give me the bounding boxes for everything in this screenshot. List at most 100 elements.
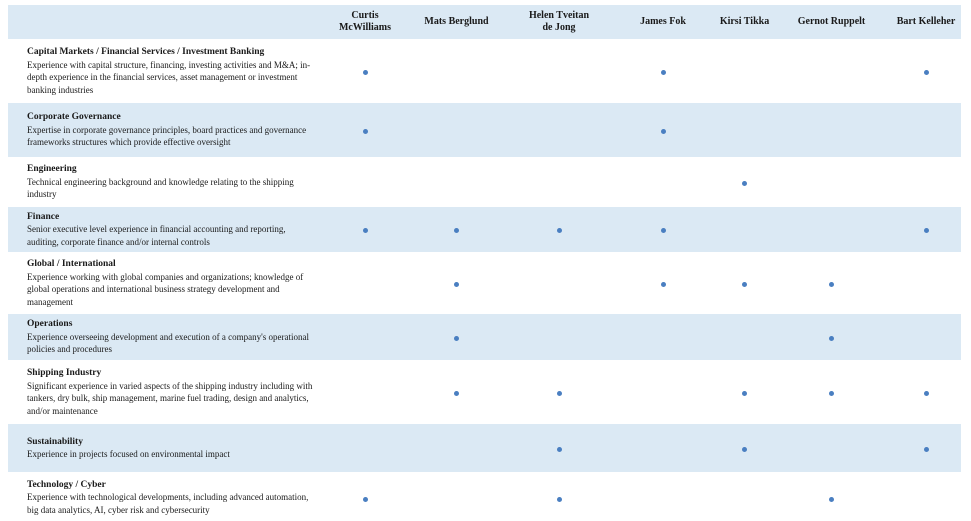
skill-description: Experience in projects focused on enviro… <box>27 449 230 459</box>
skill-title: Corporate Governance <box>27 112 121 123</box>
skill-description: Experience with capital structure, finan… <box>27 59 311 95</box>
skill-row: Technology / Cyber Experience with techno… <box>8 473 961 521</box>
skill-description: Experience overseeing development and ex… <box>27 331 310 355</box>
bullet-dot-icon <box>660 282 666 287</box>
skill-mark-cell <box>717 40 772 102</box>
skill-mark-cell <box>509 40 609 102</box>
director-header: Kirsi Tikka <box>719 16 770 27</box>
skill-mark-cell <box>404 253 509 313</box>
skill-mark-cell <box>891 40 961 102</box>
bullet-dot-icon <box>829 496 834 502</box>
bullet-dot-icon <box>362 228 368 234</box>
director-header: Gernot Ruppelt <box>797 16 866 27</box>
skill-mark-cell <box>891 313 961 361</box>
skill-mark-cell <box>772 40 891 102</box>
skill-mark-cell <box>326 473 404 521</box>
bullet-dot-icon <box>923 228 929 234</box>
skill-mark-cell <box>509 158 609 206</box>
skill-title: Global / International <box>27 259 116 269</box>
skill-mark-cell <box>609 158 717 206</box>
bullet-dot-icon <box>829 391 834 396</box>
skill-mark-cell <box>891 158 961 206</box>
skill-mark-cell <box>891 206 961 254</box>
bullet-dot-icon <box>556 447 562 452</box>
bullet-dot-icon <box>556 391 562 396</box>
skill-description: Experience working with global companies… <box>27 271 304 307</box>
skill-description: Experience with technological developmen… <box>27 492 309 515</box>
skill-description-cell: Operations Experience overseeing developm… <box>8 313 326 361</box>
skill-mark-cell <box>891 361 961 423</box>
skill-title: Engineering <box>27 164 77 174</box>
skill-description-cell: Global / International Experience working… <box>8 253 326 313</box>
skill-mark-cell <box>772 158 891 206</box>
skill-mark-cell <box>717 423 772 473</box>
director-header: Bart Kelleher <box>896 16 956 27</box>
skill-mark-cell <box>891 423 961 473</box>
skill-mark-cell <box>509 102 609 158</box>
skill-mark-cell <box>509 361 609 423</box>
skill-mark-cell <box>717 158 772 206</box>
skill-mark-cell <box>326 423 404 473</box>
skill-mark-cell <box>891 473 961 521</box>
skill-mark-cell <box>891 253 961 313</box>
skill-title: Capital Markets / Financial Services / I… <box>27 47 265 57</box>
skill-mark-cell <box>772 361 891 423</box>
bullet-dot-icon <box>829 336 834 341</box>
skill-mark-cell <box>609 206 717 254</box>
director-header: Mats Berglund <box>424 16 489 27</box>
bullet-dot-icon <box>660 129 666 134</box>
skill-mark-cell <box>509 423 609 473</box>
skill-mark-cell <box>772 253 891 313</box>
skill-row: Capital Markets / Financial Services / I… <box>8 40 961 102</box>
skill-mark-cell <box>326 206 404 254</box>
bullet-dot-icon <box>556 228 562 234</box>
skill-row: Engineering Technical engineering backgro… <box>8 158 961 206</box>
skill-mark-cell <box>891 102 961 158</box>
bullet-dot-icon <box>660 228 666 234</box>
director-header: Curtis McWilliams <box>338 10 392 33</box>
bullet-dot-icon <box>923 447 929 452</box>
skill-row: Finance Senior executive level experience… <box>8 205 961 254</box>
skill-mark-cell <box>609 473 717 521</box>
skill-row: Global / International Experience working… <box>8 253 961 313</box>
bullet-dot-icon <box>362 129 368 134</box>
skill-mark-cell <box>404 313 509 361</box>
skill-mark-cell <box>717 313 772 361</box>
skill-mark-cell <box>717 253 772 313</box>
bullet-dot-icon <box>454 391 459 396</box>
matrix-body: Capital Markets / Financial Services / I… <box>8 40 961 521</box>
bullet-dot-icon <box>362 70 368 75</box>
skill-title: Operations <box>27 319 73 330</box>
skill-mark-cell <box>509 253 609 313</box>
bullet-dot-icon <box>923 391 929 396</box>
bullet-dot-icon <box>454 228 459 234</box>
bullet-dot-icon <box>742 447 747 452</box>
skill-mark-cell <box>772 102 891 158</box>
skill-description: Expertise in corporate governance princi… <box>27 124 307 148</box>
bullet-dot-icon <box>923 70 929 75</box>
skill-header-blank <box>8 5 326 40</box>
bullet-dot-icon <box>660 70 666 75</box>
director-header: James Fok <box>640 16 686 27</box>
skill-mark-cell <box>609 102 717 158</box>
skill-mark-cell <box>717 102 772 158</box>
skill-mark-cell <box>404 40 509 102</box>
skill-mark-cell <box>326 102 404 158</box>
skill-mark-cell <box>609 361 717 423</box>
skill-mark-cell <box>326 361 404 423</box>
skill-mark-cell <box>717 206 772 254</box>
skill-mark-cell <box>717 361 772 423</box>
skill-mark-cell <box>326 253 404 313</box>
skill-mark-cell <box>509 313 609 361</box>
bullet-dot-icon <box>742 282 747 287</box>
bullet-dot-icon <box>556 496 562 502</box>
skill-description-cell: Finance Senior executive level experience… <box>8 206 326 254</box>
skill-description: Technical engineering background and kno… <box>27 176 294 200</box>
skill-description-cell: Sustainability Experience in projects foc… <box>8 423 326 473</box>
bullet-dot-icon <box>742 180 747 186</box>
skill-row: Corporate Governance Expertise in corpora… <box>8 102 961 158</box>
skill-mark-cell <box>772 423 891 473</box>
header-row: Curtis McWilliams Mats Berglund Helen Tv… <box>8 5 961 40</box>
skill-mark-cell <box>404 102 509 158</box>
skill-description: Significant experience in varied aspects… <box>27 380 313 416</box>
